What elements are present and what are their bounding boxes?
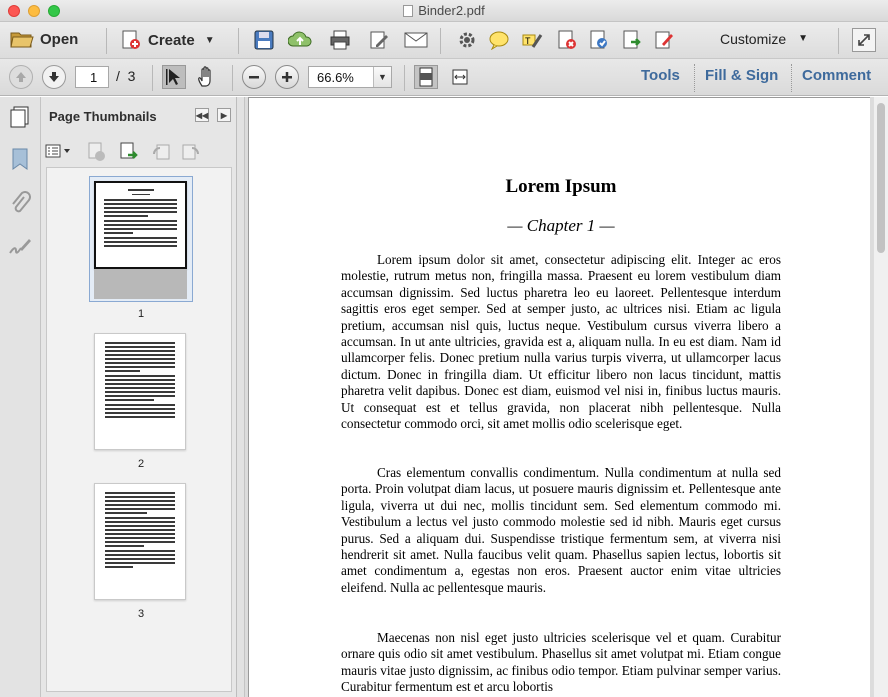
highlight-icon[interactable]: T — [520, 28, 544, 52]
fill-sign-link[interactable]: Fill & Sign — [705, 67, 778, 84]
page-down-icon[interactable] — [42, 65, 66, 89]
scrollbar-thumb[interactable] — [877, 103, 885, 253]
page-number-input[interactable]: 1 — [75, 66, 109, 88]
thumbnail-options-icon[interactable] — [45, 142, 73, 160]
collapse-panel-button[interactable]: ◀◀ — [195, 108, 209, 122]
delete-page-icon[interactable] — [87, 142, 107, 167]
delete-pdf-icon[interactable] — [555, 28, 579, 52]
signatures-icon[interactable] — [8, 235, 32, 262]
thumbnail-page-1-lower — [94, 269, 187, 299]
save-icon[interactable] — [252, 28, 276, 52]
close-window-button[interactable] — [8, 5, 20, 17]
document-area: Lorem Ipsum — Chapter 1 — Lorem ipsum do… — [245, 97, 873, 697]
svg-text:T: T — [525, 36, 531, 46]
fit-page-icon[interactable] — [414, 65, 438, 89]
open-button[interactable]: Open — [10, 29, 78, 49]
page-thumbnails-icon[interactable] — [8, 105, 32, 134]
protect-icon[interactable] — [587, 28, 611, 52]
create-pdf-icon — [122, 30, 140, 49]
open-label: Open — [40, 30, 79, 48]
window-title: Binder2.pdf — [403, 0, 485, 22]
thumbnail-list: 1 2 3 — [46, 167, 232, 692]
panel-splitter[interactable] — [237, 97, 245, 697]
open-folder-icon — [10, 32, 34, 48]
page-up-icon[interactable] — [9, 65, 33, 89]
thumbnail-page-2[interactable] — [94, 333, 186, 450]
navigation-pane-rail — [0, 97, 41, 697]
maximize-window-button[interactable] — [48, 5, 60, 17]
chevron-down-icon: ▼ — [798, 33, 809, 44]
page-count: / 3 — [116, 68, 135, 84]
panel-title: Page Thumbnails — [49, 109, 157, 124]
zoom-select[interactable]: 66.6% ▼ — [308, 66, 392, 88]
bookmark-icon[interactable] — [10, 147, 30, 176]
comment-bubble-icon[interactable] — [487, 28, 511, 52]
zoom-value: 66.6% — [317, 70, 354, 85]
export-icon[interactable] — [620, 28, 644, 52]
thumbnail-toolbar — [41, 137, 237, 167]
chevron-down-icon: ▼ — [373, 67, 391, 87]
title-bar: Binder2.pdf — [0, 0, 888, 22]
gear-icon[interactable] — [455, 28, 479, 52]
print-icon[interactable] — [328, 28, 352, 52]
pdf-page: Lorem Ipsum — Chapter 1 — Lorem ipsum do… — [248, 97, 870, 697]
create-button[interactable]: Create ▼ — [120, 29, 215, 51]
select-arrow-icon[interactable] — [162, 65, 186, 89]
thumbnail-page-1[interactable] — [94, 181, 187, 269]
expand-panel-button[interactable]: ▶ — [217, 108, 231, 122]
sign-icon[interactable] — [652, 28, 676, 52]
insert-page-icon[interactable] — [119, 142, 139, 167]
edit-icon[interactable] — [367, 28, 391, 52]
page-thumbnails-panel: Page Thumbnails ◀◀ ▶ 1 2 3 — [41, 97, 237, 697]
thumbnail-label-2: 2 — [137, 458, 145, 470]
thumbnail-label-1: 1 — [137, 308, 145, 320]
upload-cloud-icon[interactable] — [288, 28, 312, 52]
thumbnail-label-3: 3 — [137, 608, 145, 620]
main-toolbar: Open Create ▼ T Customize ▼ — [0, 22, 888, 59]
document-icon — [403, 5, 414, 17]
fit-width-icon[interactable] — [448, 65, 472, 89]
navigation-toolbar: 1 / 3 66.6% ▼ Tools Fill & Sign Comment — [0, 59, 888, 96]
thumbnail-page-3[interactable] — [94, 483, 186, 600]
hand-icon[interactable] — [194, 65, 218, 89]
zoom-in-icon[interactable] — [275, 65, 299, 89]
rotate-left-icon[interactable] — [151, 142, 171, 167]
tools-link[interactable]: Tools — [641, 67, 680, 84]
email-icon[interactable] — [404, 28, 428, 52]
zoom-out-icon[interactable] — [242, 65, 266, 89]
paragraph-2: Cras elementum convallis condimentum. Nu… — [341, 465, 781, 595]
attachment-icon[interactable] — [9, 191, 31, 220]
create-label: Create — [148, 31, 195, 49]
rotate-right-icon[interactable] — [181, 142, 201, 167]
window-title-text: Binder2.pdf — [418, 3, 485, 18]
comment-link[interactable]: Comment — [802, 67, 871, 84]
document-title: Lorem Ipsum — [505, 176, 617, 197]
paragraph-3: Maecenas non nisl eget justo ultricies s… — [341, 630, 781, 695]
chevron-down-icon: ▼ — [204, 34, 215, 46]
paragraph-1: Lorem ipsum dolor sit amet, consectetur … — [341, 252, 781, 432]
customize-menu[interactable]: Customize ▼ — [720, 31, 808, 47]
minimize-window-button[interactable] — [28, 5, 40, 17]
fullscreen-icon[interactable] — [852, 28, 876, 52]
page-total: 3 — [127, 68, 136, 84]
customize-label: Customize — [720, 31, 787, 47]
chapter-heading: — Chapter 1 — — [507, 216, 615, 235]
page-separator: / — [116, 68, 120, 84]
document-scrollbar[interactable] — [873, 97, 888, 697]
panel-header: Page Thumbnails ◀◀ ▶ — [41, 97, 237, 137]
